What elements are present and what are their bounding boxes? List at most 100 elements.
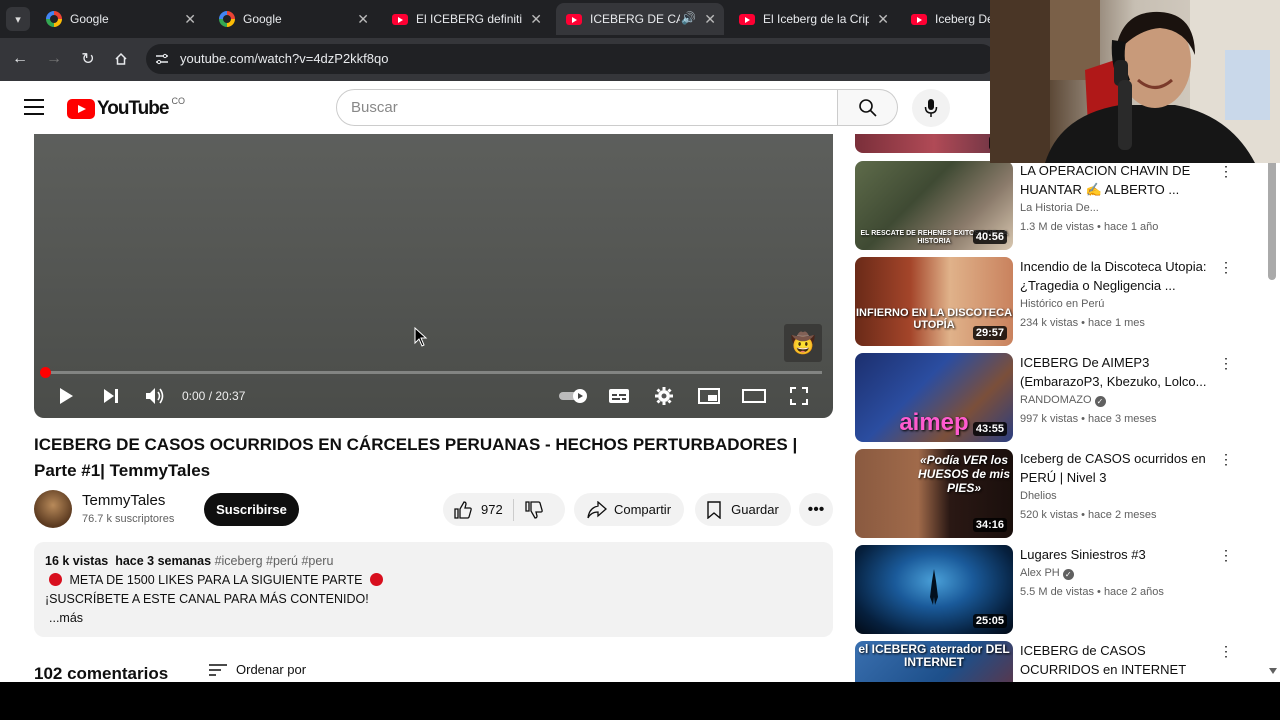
recommendation-title[interactable]: LA OPERACION CHAVIN DE HUANTAR ✍️ ALBERT… xyxy=(1020,161,1220,199)
recommendation-channel[interactable]: Alex PH ✓ xyxy=(1020,567,1074,580)
close-icon[interactable]: ✕ xyxy=(704,11,716,28)
home-icon[interactable] xyxy=(110,48,132,70)
recommendation-meta: 520 k vistas • hace 2 meses xyxy=(1020,509,1157,521)
recommendation-title[interactable]: Iceberg de CASOS ocurridos en PERÚ | Niv… xyxy=(1020,449,1220,487)
bookmark-icon xyxy=(707,500,721,519)
page-scrollbar[interactable] xyxy=(1268,134,1276,682)
miniplayer-button[interactable] xyxy=(695,384,723,408)
address-bar[interactable]: youtube.com/watch?v=4dzP2kkf8qo xyxy=(146,44,996,74)
close-icon[interactable]: ✕ xyxy=(184,11,196,28)
autoplay-toggle[interactable] xyxy=(556,384,592,408)
video-duration: 40:56 xyxy=(972,230,1007,244)
search-input[interactable]: Buscar xyxy=(336,89,838,126)
youtube-icon xyxy=(911,13,927,25)
close-icon[interactable]: ✕ xyxy=(877,11,889,28)
back-arrow-icon[interactable]: ← xyxy=(9,48,31,70)
tab-title: El Iceberg de la Cript xyxy=(763,12,869,26)
settings-button[interactable] xyxy=(650,384,678,408)
site-info-icon[interactable] xyxy=(154,51,170,67)
recommendation-title[interactable]: ICEBERG De AIMEP3 (EmbarazoP3, Kbezuko, … xyxy=(1020,353,1220,391)
browser-tab-active[interactable]: ICEBERG DE CASOS 🔊 ✕ xyxy=(556,3,724,35)
show-more-link[interactable]: ...más xyxy=(49,611,83,625)
voice-search-button[interactable] xyxy=(912,89,950,127)
reload-icon[interactable]: ↻ xyxy=(77,48,99,70)
video-thumbnail[interactable]: EL RESCATE DE REHENES EXITOSO DE LA HIST… xyxy=(855,161,1013,250)
next-button[interactable] xyxy=(97,384,125,408)
browser-tab[interactable]: El ICEBERG definitivo ✕ xyxy=(382,3,550,35)
diver-silhouette-icon xyxy=(930,569,938,605)
search-button[interactable] xyxy=(838,89,898,126)
recommendation-item[interactable]: aimep 43:55 ICEBERG De AIMEP3 (EmbarazoP… xyxy=(855,353,1265,443)
channel-watermark-icon[interactable]: 🤠 xyxy=(784,324,822,362)
hashtags[interactable]: #iceberg #perú #peru xyxy=(215,554,334,568)
more-vertical-icon[interactable]: ⋮ xyxy=(1219,163,1233,180)
volume-button[interactable] xyxy=(141,384,169,408)
recommendation-item[interactable]: INFIERNO EN LA DISCOTECA UTOPÍA 29:57 In… xyxy=(855,257,1265,347)
sort-comments-button[interactable]: Ordenar por xyxy=(208,662,306,677)
subscribe-button[interactable]: Suscribirse xyxy=(204,493,299,526)
forward-arrow-icon[interactable]: → xyxy=(43,48,65,70)
like-button[interactable]: 972 xyxy=(443,500,503,520)
speaker-icon[interactable]: 🔊 xyxy=(681,11,696,25)
more-vertical-icon[interactable]: ⋮ xyxy=(1219,259,1233,276)
scroll-down-arrow-icon[interactable] xyxy=(1269,668,1277,674)
recommendation-channel[interactable]: RANDOMAZO ✓ xyxy=(1020,394,1106,407)
recommendation-channel[interactable]: Histórico en Perú xyxy=(1020,298,1104,310)
description-box[interactable]: 16 k vistas hace 3 semanas #iceberg #per… xyxy=(34,542,833,637)
more-vertical-icon[interactable]: ⋮ xyxy=(1219,643,1233,660)
browser-tab[interactable]: Iceberg De xyxy=(901,3,991,35)
video-thumbnail[interactable]: aimep 43:55 xyxy=(855,353,1013,442)
thumbnail-text: el ICEBERG aterrador DEL INTERNET xyxy=(858,642,1010,669)
theater-mode-button[interactable] xyxy=(740,384,768,408)
recommendation-title[interactable]: Lugares Siniestros #3 xyxy=(1020,545,1220,564)
thumbnail-text: «Podía VER los HUESOS de mis PIES» xyxy=(917,453,1011,495)
more-vertical-icon[interactable]: ⋮ xyxy=(1219,547,1233,564)
recommendation-item[interactable]: «Podía VER los HUESOS de mis PIES» 34:16… xyxy=(855,449,1265,539)
share-button[interactable]: Compartir xyxy=(574,493,684,526)
progress-bar[interactable] xyxy=(44,371,822,374)
recommendation-title[interactable]: Incendio de la Discoteca Utopia: ¿Traged… xyxy=(1020,257,1220,295)
autoplay-toggle-icon xyxy=(559,389,587,403)
video-thumbnail[interactable]: 25:05 xyxy=(855,545,1013,634)
video-thumbnail[interactable]: «Podía VER los HUESOS de mis PIES» 34:16 xyxy=(855,449,1013,538)
close-icon[interactable]: ✕ xyxy=(530,11,542,28)
channel-name[interactable]: TemmyTales xyxy=(82,492,165,509)
dislike-button[interactable] xyxy=(524,500,544,520)
subtitles-icon xyxy=(609,389,629,403)
recommendation-channel[interactable]: La Historia De... xyxy=(1020,202,1099,214)
video-duration: 34:16 xyxy=(972,518,1007,532)
recommendation-item[interactable]: EL RESCATE DE REHENES EXITOSO DE LA HIST… xyxy=(855,161,1265,251)
menu-icon[interactable] xyxy=(24,99,44,115)
browser-tab[interactable]: Google ✕ xyxy=(209,3,377,35)
recommendation-item[interactable]: 25:05 Lugares Siniestros #3 Alex PH ✓ 5.5… xyxy=(855,545,1265,635)
progress-scrubber[interactable] xyxy=(40,367,51,378)
verified-icon: ✓ xyxy=(1062,569,1074,580)
video-duration: 29:57 xyxy=(972,326,1007,340)
more-vertical-icon[interactable]: ⋮ xyxy=(1219,355,1233,372)
browser-tab[interactable]: El Iceberg de la Cript ✕ xyxy=(729,3,897,35)
play-button[interactable] xyxy=(52,384,80,408)
recommendation-meta: 1.3 M de vistas • hace 1 año xyxy=(1020,221,1159,233)
fullscreen-button[interactable] xyxy=(785,384,813,408)
more-horizontal-icon: ••• xyxy=(807,500,825,518)
video-thumbnail[interactable]: INFIERNO EN LA DISCOTECA UTOPÍA 29:57 xyxy=(855,257,1013,346)
more-actions-button[interactable]: ••• xyxy=(799,493,833,526)
views-and-date: 16 k vistas hace 3 semanas xyxy=(45,554,212,568)
volume-icon xyxy=(146,388,164,404)
more-vertical-icon[interactable]: ⋮ xyxy=(1219,451,1233,468)
youtube-logo[interactable]: YouTube CO xyxy=(67,96,185,120)
screen: ▾ Google ✕ Google ✕ El ICEBERG definitiv… xyxy=(0,0,1280,720)
video-thumbnail[interactable]: el ICEBERG aterrador DEL INTERNET xyxy=(855,641,1013,682)
recommendation-item[interactable]: el ICEBERG aterrador DEL INTERNET ICEBER… xyxy=(855,641,1265,682)
recommendation-title[interactable]: ICEBERG de CASOS OCURRIDOS en INTERNET xyxy=(1020,641,1220,679)
save-button[interactable]: Guardar xyxy=(695,493,791,526)
recommendation-meta: 234 k vistas • hace 1 mes xyxy=(1020,317,1145,329)
recommendation-channel[interactable]: Dhelios xyxy=(1020,490,1057,502)
channel-avatar[interactable] xyxy=(34,490,72,528)
search-icon xyxy=(858,98,877,117)
tab-search-icon[interactable]: ▾ xyxy=(6,7,30,31)
close-icon[interactable]: ✕ xyxy=(357,11,369,28)
subtitles-button[interactable] xyxy=(605,384,633,408)
video-player[interactable]: 🤠 0:00 / 20:37 xyxy=(34,134,833,418)
browser-tab[interactable]: Google ✕ xyxy=(36,3,204,35)
